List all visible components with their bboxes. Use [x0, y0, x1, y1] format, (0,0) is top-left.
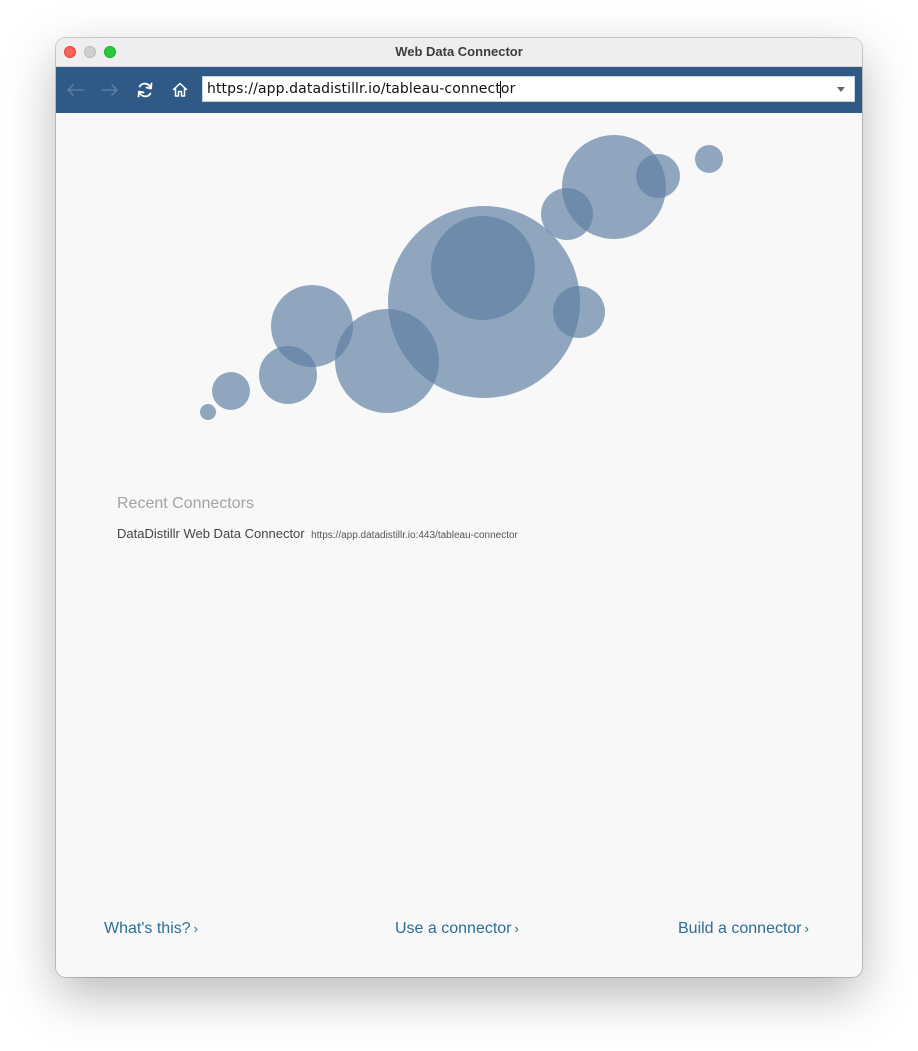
text-caret: [500, 81, 501, 98]
window-title: Web Data Connector: [395, 44, 523, 59]
main-content: Recent Connectors DataDistillr Web Data …: [56, 113, 862, 977]
bubble-decoration: [553, 286, 605, 338]
recent-connectors-heading: Recent Connectors: [117, 495, 254, 512]
refresh-button[interactable]: [134, 79, 156, 101]
home-button[interactable]: [169, 79, 191, 101]
bubble-decoration: [695, 145, 723, 173]
use-connector-label: Use a connector: [395, 920, 512, 937]
bubble-decoration: [431, 216, 535, 320]
whats-this-label: What's this?: [104, 920, 191, 937]
forward-button[interactable]: [99, 79, 121, 101]
bubble-decoration: [212, 372, 250, 410]
arrow-left-icon: [67, 84, 84, 96]
whats-this-link[interactable]: What's this? ›: [104, 920, 198, 938]
chevron-right-icon: ›: [193, 921, 198, 936]
recent-connector-name[interactable]: DataDistillr Web Data Connector: [117, 526, 305, 541]
recent-connector-item[interactable]: DataDistillr Web Data Connector https://…: [117, 525, 518, 543]
url-text: https://app.datadistillr.io/tableau-conn…: [207, 81, 516, 97]
browser-toolbar: https://app.datadistillr.io/tableau-conn…: [56, 67, 862, 113]
refresh-icon: [137, 82, 153, 98]
bubble-decoration: [636, 154, 680, 198]
back-button[interactable]: [64, 79, 86, 101]
chevron-right-icon: ›: [804, 921, 809, 936]
bubbles-illustration: [200, 135, 723, 420]
home-icon: [172, 82, 188, 97]
build-connector-link[interactable]: Build a connector ›: [678, 920, 809, 938]
build-connector-label: Build a connector: [678, 920, 802, 937]
url-input[interactable]: https://app.datadistillr.io/tableau-conn…: [202, 76, 855, 102]
chevron-right-icon: ›: [514, 921, 519, 936]
chevron-down-icon[interactable]: [837, 87, 845, 92]
app-window: Web Data Connector https://app.datadisti…: [56, 38, 862, 977]
title-bar: Web Data Connector: [56, 38, 862, 67]
bubble-decoration: [200, 404, 216, 420]
arrow-right-icon: [101, 84, 118, 96]
use-connector-link[interactable]: Use a connector ›: [395, 920, 519, 938]
recent-connector-url: https://app.datadistillr.io:443/tableau-…: [311, 530, 518, 541]
